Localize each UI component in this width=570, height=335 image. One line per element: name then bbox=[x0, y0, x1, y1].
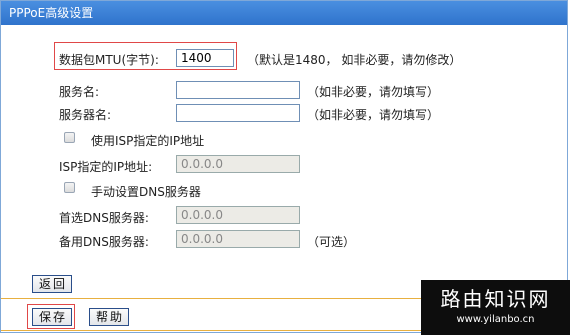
isp-ip-input[interactable]: 0.0.0.0 bbox=[176, 155, 300, 173]
secondary-dns-label: 备用DNS服务器: bbox=[59, 235, 149, 249]
watermark-url: www.yilanbo.cn bbox=[456, 314, 535, 325]
site-watermark: 路由知识网 www.yilanbo.cn bbox=[421, 280, 570, 335]
secondary-dns-input[interactable]: 0.0.0.0 bbox=[176, 230, 300, 248]
manual-dns-checkbox[interactable] bbox=[64, 182, 75, 193]
use-isp-ip-checkbox[interactable] bbox=[64, 132, 75, 143]
manual-dns-label: 手动设置DNS服务器 bbox=[91, 185, 201, 199]
primary-dns-label: 首选DNS服务器: bbox=[59, 211, 149, 225]
service-name-hint: （如非必要，请勿填写） bbox=[307, 85, 440, 99]
service-name-input[interactable] bbox=[176, 81, 300, 99]
server-name-input[interactable] bbox=[176, 104, 300, 122]
panel-title: PPPoE高级设置 bbox=[1, 1, 567, 25]
use-isp-ip-label: 使用ISP指定的IP地址 bbox=[91, 134, 205, 148]
server-name-label: 服务器名: bbox=[59, 108, 112, 122]
primary-dns-input[interactable]: 0.0.0.0 bbox=[176, 206, 300, 224]
mtu-hint: （默认是1480， 如非必要，请勿修改） bbox=[247, 53, 462, 67]
mtu-label: 数据包MTU(字节): bbox=[59, 53, 159, 67]
secondary-dns-hint: （可选） bbox=[307, 235, 356, 249]
watermark-title: 路由知识网 bbox=[440, 287, 551, 311]
save-button[interactable]: 保存 bbox=[32, 308, 72, 326]
service-name-label: 服务名: bbox=[59, 85, 100, 99]
help-button[interactable]: 帮助 bbox=[89, 308, 129, 326]
server-name-hint: （如非必要，请勿填写） bbox=[307, 108, 440, 122]
mtu-input[interactable]: 1400 bbox=[176, 49, 234, 67]
back-button[interactable]: 返回 bbox=[32, 275, 72, 293]
isp-ip-label: ISP指定的IP地址: bbox=[59, 160, 153, 174]
